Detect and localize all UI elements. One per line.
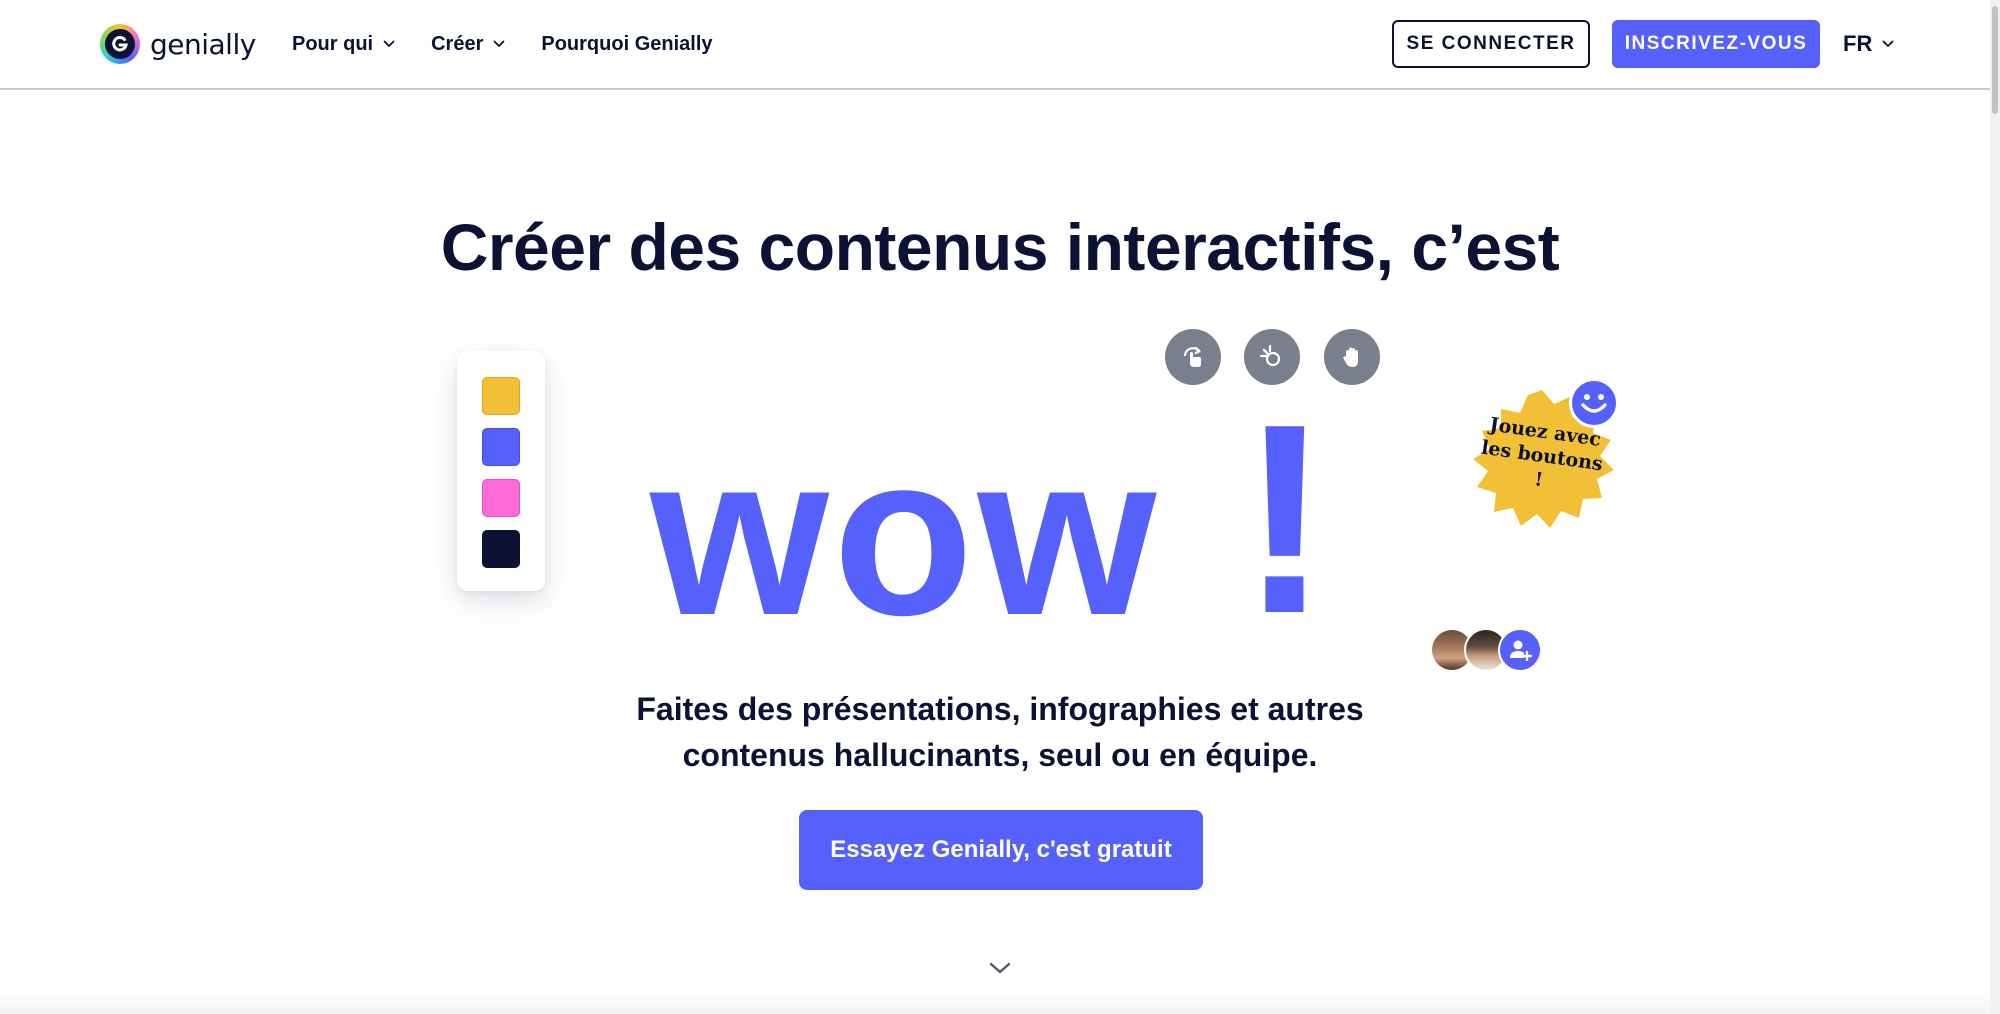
site-header: genially Pour qui Créer Pourquoi Geniall… xyxy=(0,0,2000,90)
hand-tool-button[interactable] xyxy=(1324,329,1380,385)
smiley-icon xyxy=(1569,378,1619,428)
hero-subtitle-line: contenus hallucinants, seul ou en équipe… xyxy=(682,737,1318,773)
main-nav: Pour qui Créer Pourquoi Genially xyxy=(292,30,713,58)
color-palette xyxy=(457,351,545,591)
color-swatch-blue[interactable] xyxy=(482,428,520,466)
add-user-button[interactable] xyxy=(1498,628,1542,672)
language-selector[interactable]: FR xyxy=(1843,30,1894,58)
hero-title: Créer des contenus interactifs, c’est xyxy=(440,210,1560,284)
wow-word[interactable]: wow xyxy=(650,420,1160,650)
nav-item-pourquoi-genially[interactable]: Pourquoi Genially xyxy=(541,30,712,58)
color-swatch-pink[interactable] xyxy=(482,479,520,517)
chevron-down-icon xyxy=(989,962,1011,974)
scrollbar-thumb[interactable] xyxy=(1992,6,1998,114)
nav-item-label: Créer xyxy=(431,32,484,55)
section-divider xyxy=(0,990,1990,1014)
scroll-down-button[interactable] xyxy=(986,958,1014,978)
login-button[interactable]: SE CONNECTER xyxy=(1392,20,1590,68)
nav-item-pour-qui[interactable]: Pour qui xyxy=(292,30,395,58)
click-icon xyxy=(1259,344,1281,367)
signup-button[interactable]: INSCRIVEZ-VOUS xyxy=(1612,20,1820,68)
nav-item-label: Pourquoi Genially xyxy=(541,32,713,55)
hand-icon xyxy=(1343,347,1358,367)
nav-item-creer[interactable]: Créer xyxy=(431,30,505,58)
try-genially-button[interactable]: Essayez Genially, c'est gratuit xyxy=(799,810,1203,890)
page-scrollbar[interactable] xyxy=(1990,0,2000,1014)
chevron-down-icon xyxy=(383,40,395,47)
nav-item-label: Pour qui xyxy=(292,32,374,55)
rotate-tool-button[interactable] xyxy=(1165,329,1221,385)
language-label: FR xyxy=(1843,31,1873,56)
color-swatch-navy[interactable] xyxy=(482,530,520,568)
color-swatch-yellow[interactable] xyxy=(482,377,520,415)
logo-text: genially xyxy=(150,27,256,61)
chevron-down-icon xyxy=(493,40,505,47)
chevron-down-icon xyxy=(1882,40,1894,47)
rotate-icon xyxy=(1183,346,1201,367)
hero-subtitle: Faites des présentations, infographies e… xyxy=(0,686,2000,778)
add-user-icon xyxy=(1510,640,1533,662)
collaborators-group xyxy=(1430,628,1542,672)
hero-subtitle-line: Faites des présentations, infographies e… xyxy=(636,691,1364,727)
genially-logo-icon xyxy=(100,24,140,64)
wow-exclamation[interactable]: ! xyxy=(1240,385,1330,655)
genially-logo[interactable]: genially xyxy=(100,22,256,66)
